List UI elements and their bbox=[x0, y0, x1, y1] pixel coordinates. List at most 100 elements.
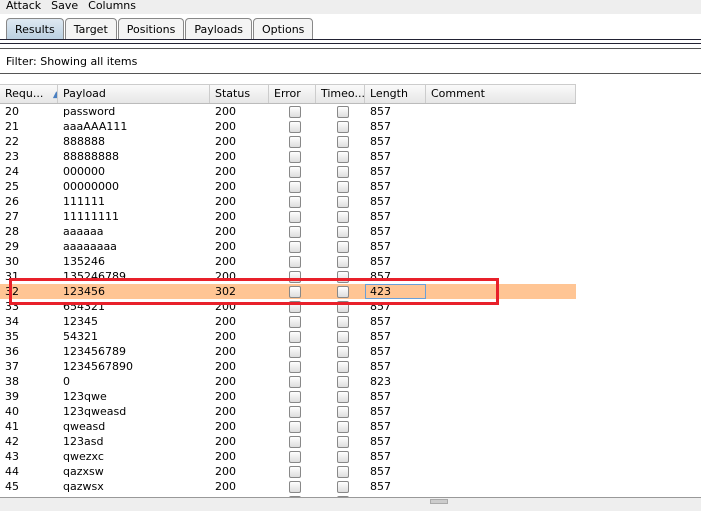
checkbox[interactable] bbox=[289, 331, 301, 343]
cell-length: 857 bbox=[370, 405, 391, 418]
checkbox[interactable] bbox=[337, 316, 349, 328]
table-row[interactable]: 35 54321 200 857 bbox=[0, 329, 576, 344]
cell-timeout bbox=[316, 389, 365, 404]
table-row[interactable]: 25 00000000 200 857 bbox=[0, 179, 576, 194]
checkbox[interactable] bbox=[337, 106, 349, 118]
col-comment[interactable]: Comment bbox=[426, 85, 576, 103]
table-row[interactable]: 30 135246 200 857 bbox=[0, 254, 576, 269]
table-row[interactable]: 36 123456789 200 857 bbox=[0, 344, 576, 359]
checkbox[interactable] bbox=[337, 466, 349, 478]
checkbox[interactable] bbox=[289, 376, 301, 388]
table-row[interactable]: 28 aaaaaa 200 857 bbox=[0, 224, 576, 239]
checkbox[interactable] bbox=[337, 151, 349, 163]
cell-timeout bbox=[316, 329, 365, 344]
checkbox[interactable] bbox=[289, 406, 301, 418]
checkbox[interactable] bbox=[289, 241, 301, 253]
table-row[interactable]: 20 password 200 857 bbox=[0, 104, 576, 119]
checkbox[interactable] bbox=[289, 391, 301, 403]
col-request[interactable]: Requ... ▲ bbox=[0, 85, 58, 103]
checkbox[interactable] bbox=[337, 226, 349, 238]
checkbox[interactable] bbox=[337, 121, 349, 133]
checkbox[interactable] bbox=[289, 361, 301, 373]
checkbox[interactable] bbox=[337, 241, 349, 253]
checkbox[interactable] bbox=[337, 196, 349, 208]
col-length[interactable]: Length bbox=[365, 85, 426, 103]
table-row[interactable]: 26 111111 200 857 bbox=[0, 194, 576, 209]
checkbox[interactable] bbox=[289, 481, 301, 493]
split-pane-divider[interactable] bbox=[0, 497, 701, 511]
checkbox[interactable] bbox=[289, 136, 301, 148]
filter-bar[interactable]: Filter: Showing all items bbox=[0, 48, 701, 74]
checkbox[interactable] bbox=[289, 451, 301, 463]
checkbox[interactable] bbox=[289, 421, 301, 433]
table-row[interactable]: 29 aaaaaaaa 200 857 bbox=[0, 239, 576, 254]
checkbox[interactable] bbox=[289, 256, 301, 268]
checkbox[interactable] bbox=[289, 436, 301, 448]
table-row[interactable]: 34 12345 200 857 bbox=[0, 314, 576, 329]
menu-attack[interactable]: Attack bbox=[6, 0, 41, 14]
checkbox[interactable] bbox=[337, 451, 349, 463]
col-status[interactable]: Status bbox=[210, 85, 269, 103]
table-row[interactable]: 45 qazwsx 200 857 bbox=[0, 479, 576, 494]
table-row[interactable]: 39 123qwe 200 857 bbox=[0, 389, 576, 404]
cell-status: 200 bbox=[215, 255, 236, 268]
tab-results[interactable]: Results bbox=[6, 18, 64, 40]
table-row[interactable]: 38 0 200 823 bbox=[0, 374, 576, 389]
checkbox[interactable] bbox=[289, 226, 301, 238]
checkbox[interactable] bbox=[337, 406, 349, 418]
checkbox[interactable] bbox=[337, 166, 349, 178]
cell-request: 22 bbox=[5, 135, 19, 148]
tab-positions[interactable]: Positions bbox=[117, 18, 185, 40]
table-row[interactable]: 23 88888888 200 857 bbox=[0, 149, 576, 164]
cell-payload: 888888 bbox=[63, 135, 105, 148]
checkbox[interactable] bbox=[289, 316, 301, 328]
checkbox[interactable] bbox=[289, 166, 301, 178]
col-timeout[interactable]: Timeo... bbox=[316, 85, 365, 103]
checkbox[interactable] bbox=[337, 481, 349, 493]
checkbox[interactable] bbox=[289, 106, 301, 118]
splitter-handle[interactable] bbox=[430, 499, 448, 504]
cell-error bbox=[269, 194, 316, 209]
col-error[interactable]: Error bbox=[269, 85, 316, 103]
checkbox[interactable] bbox=[289, 346, 301, 358]
checkbox[interactable] bbox=[289, 466, 301, 478]
table-row[interactable]: 44 qazxsw 200 857 bbox=[0, 464, 576, 479]
cell-error bbox=[269, 224, 316, 239]
col-payload[interactable]: Payload bbox=[58, 85, 210, 103]
checkbox[interactable] bbox=[289, 121, 301, 133]
tab-payloads[interactable]: Payloads bbox=[185, 18, 252, 40]
tab-target[interactable]: Target bbox=[64, 18, 117, 40]
table-row[interactable]: 37 1234567890 200 857 bbox=[0, 359, 576, 374]
cell-request: 36 bbox=[5, 345, 19, 358]
checkbox[interactable] bbox=[289, 151, 301, 163]
cell-length: 857 bbox=[370, 225, 391, 238]
cell-payload: qwezxc bbox=[63, 450, 104, 463]
checkbox[interactable] bbox=[289, 181, 301, 193]
table-row[interactable]: 24 000000 200 857 bbox=[0, 164, 576, 179]
checkbox[interactable] bbox=[289, 196, 301, 208]
checkbox[interactable] bbox=[337, 391, 349, 403]
cell-timeout bbox=[316, 224, 365, 239]
checkbox[interactable] bbox=[337, 181, 349, 193]
table-row[interactable]: 40 123qweasd 200 857 bbox=[0, 404, 576, 419]
tab-options[interactable]: Options bbox=[252, 18, 314, 40]
menu-columns[interactable]: Columns bbox=[88, 0, 136, 14]
table-row[interactable]: 21 aaaAAA111 200 857 bbox=[0, 119, 576, 134]
checkbox[interactable] bbox=[289, 211, 301, 223]
cell-payload: aaaaaa bbox=[63, 225, 104, 238]
table-row[interactable]: 43 qwezxc 200 857 bbox=[0, 449, 576, 464]
table-row[interactable]: 22 888888 200 857 bbox=[0, 134, 576, 149]
checkbox[interactable] bbox=[337, 331, 349, 343]
checkbox[interactable] bbox=[337, 256, 349, 268]
checkbox[interactable] bbox=[337, 211, 349, 223]
checkbox[interactable] bbox=[337, 136, 349, 148]
checkbox[interactable] bbox=[337, 361, 349, 373]
checkbox[interactable] bbox=[337, 421, 349, 433]
table-row[interactable]: 41 qweasd 200 857 bbox=[0, 419, 576, 434]
checkbox[interactable] bbox=[337, 376, 349, 388]
checkbox[interactable] bbox=[337, 346, 349, 358]
table-row[interactable]: 27 11111111 200 857 bbox=[0, 209, 576, 224]
menu-save[interactable]: Save bbox=[51, 0, 78, 14]
checkbox[interactable] bbox=[337, 436, 349, 448]
table-row[interactable]: 42 123asd 200 857 bbox=[0, 434, 576, 449]
